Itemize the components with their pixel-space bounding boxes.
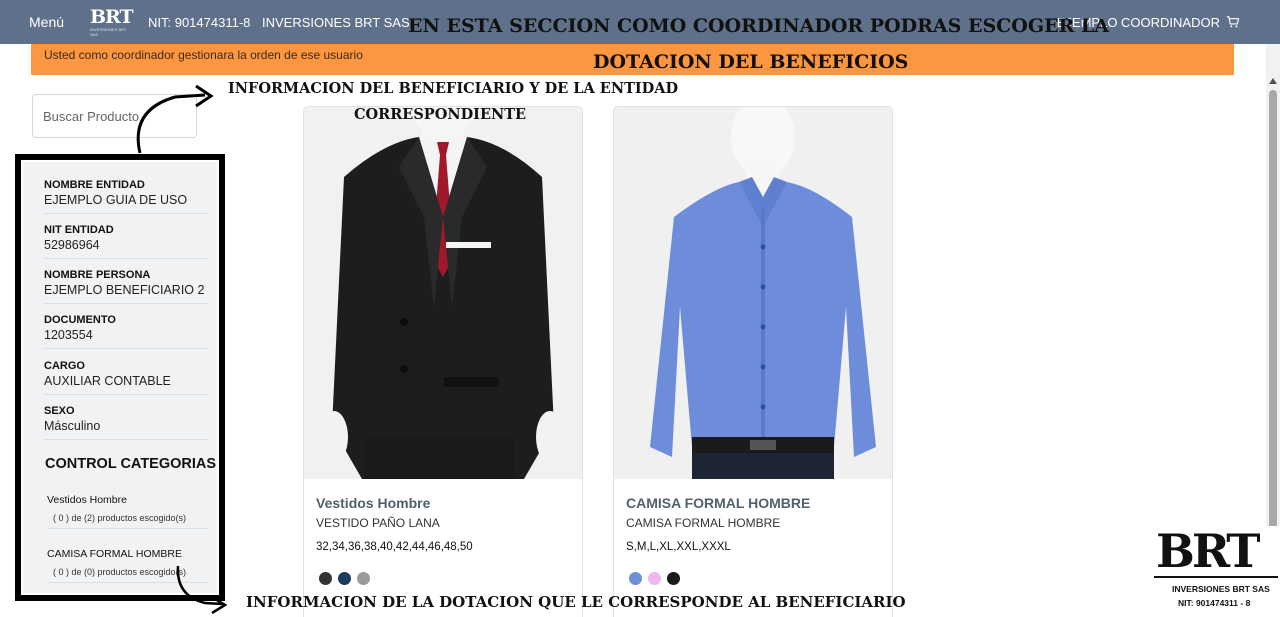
color-swatches [629, 572, 680, 585]
color-swatches [319, 572, 370, 585]
product-image-suit[interactable] [304, 107, 582, 479]
cart-icon[interactable] [1226, 15, 1240, 29]
person-name-label: NOMBRE PERSONA [44, 269, 151, 281]
person-name-value: EJEMPLO BENEFICIARIO 2 [44, 283, 205, 297]
menu-button[interactable]: Menú [29, 14, 64, 30]
person-name-field: NOMBRE PERSONA EJEMPLO BENEFICIARIO 2 [44, 268, 209, 304]
annotation-title-line2: DOTACION DEL BENEFICIOS [593, 51, 909, 73]
annotation-beneficiary-line1: INFORMACION DEL BENEFICIARIO Y DE LA ENT… [228, 80, 679, 97]
product-title[interactable]: Vestidos Hombre [316, 495, 430, 511]
product-sizes: 32,34,36,38,40,42,44,46,48,50 [316, 541, 473, 553]
sex-field: SEXO Másculino [44, 404, 209, 440]
company-logo-mark: BRT [1156, 524, 1261, 578]
position-label: CARGO [44, 360, 85, 372]
category-name: CAMISA FORMAL HOMBRE [47, 548, 182, 560]
beneficiary-info-content: NOMBRE ENTIDAD EJEMPLO GUIA DE USO NIT E… [23, 162, 217, 593]
product-subtitle: CAMISA FORMAL HOMBRE [626, 516, 781, 530]
entity-name-label: NOMBRE ENTIDAD [44, 179, 145, 191]
category-name: Vestidos Hombre [47, 494, 127, 506]
annotation-beneficiary-line2: CORRESPONDIENTE [354, 106, 527, 123]
category-item: CAMISA FORMAL HOMBRE ( 0 ) de (0) produc… [47, 547, 209, 583]
category-count: ( 0 ) de (0) productos escogido(s) [53, 567, 187, 577]
position-value: AUXILIAR CONTABLE [44, 374, 171, 388]
category-item: Vestidos Hombre ( 0 ) de (2) productos e… [47, 493, 209, 529]
scroll-up-arrow-icon[interactable] [1269, 78, 1277, 84]
color-swatch[interactable] [357, 572, 370, 585]
entity-name-field: NOMBRE ENTIDAD EJEMPLO GUIA DE USO [44, 178, 209, 214]
sex-label: SEXO [44, 405, 75, 417]
company-logo-rule [1154, 576, 1278, 578]
product-search-input[interactable] [32, 94, 197, 138]
entity-nit-value: 52986964 [44, 238, 100, 252]
document-value: 1203554 [44, 328, 93, 342]
brand-logo[interactable]: BRT INVERSIONES BRT SAS [90, 6, 134, 38]
color-swatch[interactable] [629, 572, 642, 585]
company-logo: BRT INVERSIONES BRT SAS NIT: 901474311 -… [1152, 526, 1280, 617]
annotation-title-line1: EN ESTA SECCION COMO COORDINADOR PODRAS … [408, 15, 1110, 37]
document-field: DOCUMENTO 1203554 [44, 313, 209, 349]
entity-name-value: EJEMPLO GUIA DE USO [44, 193, 188, 207]
categories-heading: CONTROL CATEGORIAS [45, 456, 217, 472]
color-swatch[interactable] [319, 572, 332, 585]
company-info: NIT: 901474311-8 INVERSIONES BRT SAS [148, 15, 418, 30]
brand-logo-subtext: INVERSIONES BRT SAS [90, 27, 127, 37]
beneficiary-info-panel: NOMBRE ENTIDAD EJEMPLO GUIA DE USO NIT E… [15, 154, 225, 601]
color-swatch[interactable] [648, 572, 661, 585]
product-card[interactable]: Vestidos Hombre VESTIDO PAÑO LANA 32,34,… [303, 106, 583, 617]
page: Menú BRT INVERSIONES BRT SAS NIT: 901474… [0, 0, 1280, 617]
coordinator-notice-text: Usted como coordinador gestionara la ord… [44, 48, 363, 62]
product-subtitle: VESTIDO PAÑO LANA [316, 516, 440, 530]
company-logo-nit: NIT: 901474311 - 8 [1178, 598, 1251, 608]
product-card[interactable]: CAMISA FORMAL HOMBRE CAMISA FORMAL HOMBR… [613, 106, 893, 617]
color-swatch[interactable] [338, 572, 351, 585]
scrollbar-thumb[interactable] [1269, 90, 1277, 560]
annotation-dotation-info: INFORMACION DE LA DOTACION QUE LE CORRES… [246, 593, 906, 611]
product-title[interactable]: CAMISA FORMAL HOMBRE [626, 495, 810, 511]
category-count: ( 0 ) de (2) productos escogido(s) [53, 513, 187, 523]
entity-nit-field: NIT ENTIDAD 52986964 [44, 223, 209, 259]
company-logo-name: INVERSIONES BRT SAS [1172, 584, 1270, 594]
entity-nit-label: NIT ENTIDAD [44, 224, 114, 236]
position-field: CARGO AUXILIAR CONTABLE [44, 359, 209, 395]
color-swatch[interactable] [667, 572, 680, 585]
company-nit: NIT: 901474311-8 [148, 15, 251, 30]
brand-logo-mark: BRT [90, 6, 134, 28]
product-sizes: S,M,L,XL,XXL,XXXL [626, 541, 731, 553]
sex-value: Másculino [44, 419, 101, 433]
company-name: INVERSIONES BRT SAS [262, 15, 410, 30]
document-label: DOCUMENTO [44, 314, 116, 326]
product-image-shirt[interactable] [614, 107, 892, 479]
